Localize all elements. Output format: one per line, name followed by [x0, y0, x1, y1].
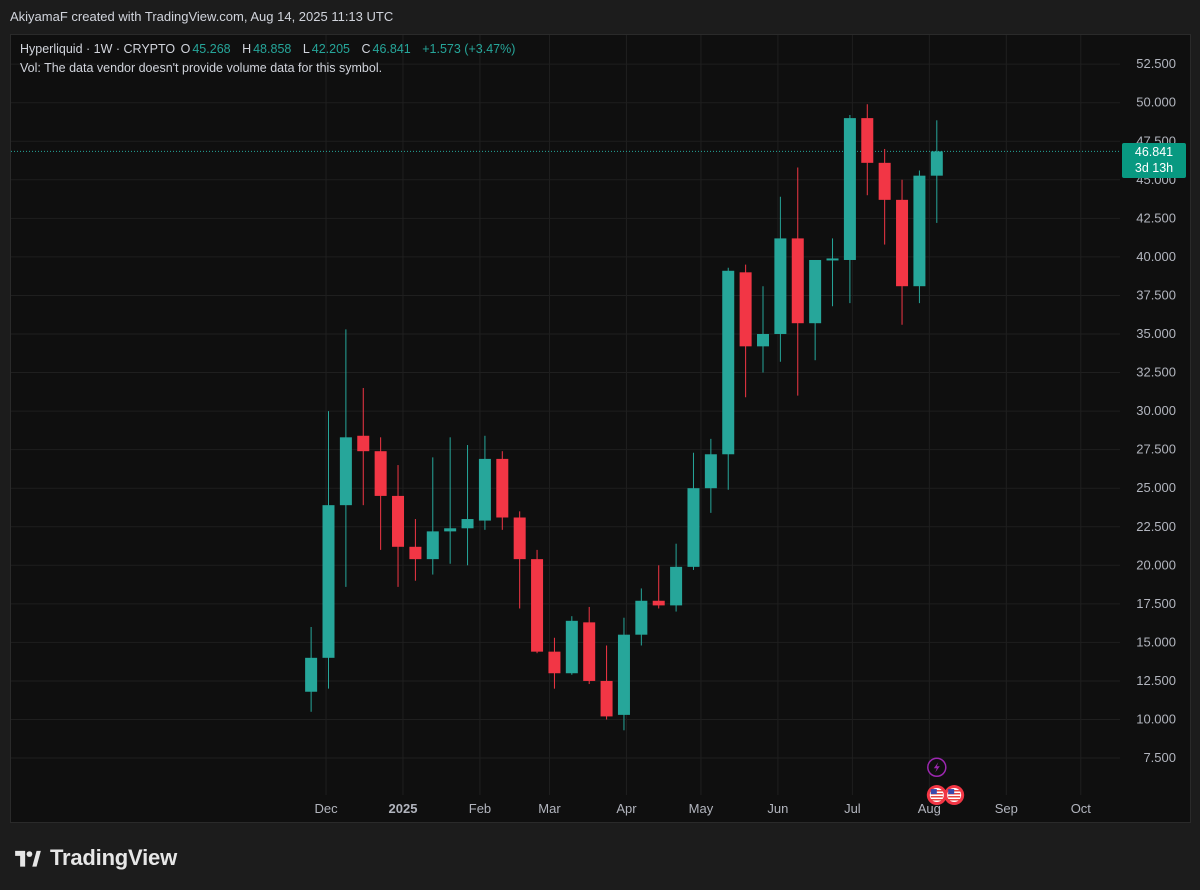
- candle-body: [739, 272, 752, 347]
- candle-body: [913, 175, 926, 287]
- candle-body: [478, 458, 491, 521]
- candle-body: [339, 437, 352, 506]
- candle-body: [774, 238, 787, 334]
- candle-body: [704, 454, 717, 489]
- candle-body: [496, 458, 509, 518]
- legend-low-value: 42.205: [311, 42, 351, 56]
- candle-body: [426, 531, 439, 560]
- candle-body: [635, 600, 648, 635]
- candle-body: [548, 651, 561, 674]
- legend-close-label: C: [361, 42, 371, 56]
- time-tick-label: Jul: [844, 801, 861, 816]
- candle-body: [670, 566, 683, 606]
- price-tick-label: 20.000: [1136, 557, 1176, 572]
- candle-body: [322, 505, 335, 658]
- price-tick-label: 32.500: [1136, 365, 1176, 380]
- time-tick-label: Oct: [1071, 801, 1092, 816]
- candle-body: [600, 680, 613, 717]
- candle-body: [930, 151, 943, 176]
- legend-symbol[interactable]: Hyperliquid · 1W · CRYPTO: [20, 42, 175, 56]
- price-tick-label: 17.500: [1136, 596, 1176, 611]
- last-price-value: 46.841: [1134, 145, 1174, 159]
- legend-open-value: 45.268: [192, 42, 231, 56]
- candle-body: [757, 334, 769, 347]
- legend-high-value: 48.858: [253, 42, 292, 56]
- candle-body: [531, 559, 544, 652]
- time-tick-label: Feb: [469, 801, 491, 816]
- price-tick-label: 25.000: [1136, 480, 1176, 495]
- candle-body: [896, 199, 909, 287]
- price-tick-label: 50.000: [1136, 95, 1176, 110]
- last-price-countdown: 3d 13h: [1134, 161, 1174, 175]
- price-tick-label: 35.000: [1136, 326, 1176, 341]
- price-tick-label: 15.000: [1136, 634, 1176, 649]
- candle-body: [617, 634, 630, 715]
- candle-body: [392, 495, 405, 547]
- us-flag-stripe: [948, 799, 961, 801]
- candlestick-chart[interactable]: 7.500 10.000 12.500 15.000 17.500 20.000 22.50…: [0, 0, 1200, 890]
- candle-body: [843, 118, 856, 260]
- us-flag-canton: [930, 789, 937, 795]
- price-tick-label: 10.000: [1136, 712, 1176, 727]
- candle-body: [583, 622, 596, 681]
- candle-body: [374, 451, 387, 496]
- legend-low-label: L: [302, 42, 310, 56]
- us-flag-canton: [948, 789, 955, 795]
- price-tick-label: 42.500: [1136, 210, 1176, 225]
- price-tick-label: 22.500: [1136, 519, 1176, 534]
- legend-close-value: 46.841: [372, 42, 411, 56]
- legend-open-label: O: [180, 42, 191, 56]
- us-flag-stripe: [948, 796, 961, 798]
- candle-body: [809, 259, 822, 324]
- legend-volume-note: Vol: The data vendor doesn't provide vol…: [20, 61, 383, 75]
- tradingview-brand: TradingView: [50, 845, 177, 870]
- time-tick-label: Apr: [616, 801, 637, 816]
- legend-ohlc-row: Hyperliquid · 1W · CRYPTO O 45.268 H 48.85…: [20, 40, 517, 59]
- candle-body: [791, 238, 804, 324]
- us-flag-stripe: [930, 799, 943, 801]
- time-tick-label: Sep: [995, 801, 1018, 816]
- legend-high-label: H: [242, 42, 252, 56]
- time-tick-label: Jun: [767, 801, 788, 816]
- legend-change: +1.573 (+3.47%): [422, 42, 516, 56]
- footer-logo[interactable]: TradingView: [14, 844, 177, 872]
- time-tick-label: Mar: [538, 801, 561, 816]
- price-tick-label: 7.500: [1143, 750, 1176, 765]
- candle-body: [461, 519, 474, 529]
- candle-body: [409, 546, 422, 560]
- price-tick-label: 40.000: [1136, 249, 1176, 264]
- candle-body: [513, 517, 526, 560]
- us-flag-stripe: [930, 796, 943, 798]
- price-tick-label: 27.500: [1136, 442, 1176, 457]
- candle-body: [878, 162, 891, 200]
- legend: Hyperliquid · 1W · CRYPTO O 45.268 H 48.85…: [20, 40, 517, 78]
- candle-body: [861, 118, 874, 163]
- candle-body: [305, 657, 318, 692]
- candle-body: [826, 258, 839, 261]
- candle-body: [722, 270, 735, 455]
- candle-body: [565, 620, 578, 674]
- candle-body: [444, 528, 457, 532]
- price-tick-label: 30.000: [1136, 403, 1176, 418]
- time-tick-label: May: [689, 801, 714, 816]
- candle-body: [357, 435, 370, 452]
- time-tick-label: 2025: [389, 801, 418, 816]
- candle-body: [687, 488, 700, 567]
- tradingview-logo-icon: [15, 850, 41, 867]
- price-tick-label: 37.500: [1136, 287, 1176, 302]
- price-tick-label: 52.500: [1136, 56, 1176, 71]
- last-price-label: 46.841 3d 13h: [1122, 143, 1186, 178]
- candle-body: [652, 600, 665, 606]
- price-tick-label: 12.500: [1136, 673, 1176, 688]
- time-tick-label: Dec: [314, 801, 338, 816]
